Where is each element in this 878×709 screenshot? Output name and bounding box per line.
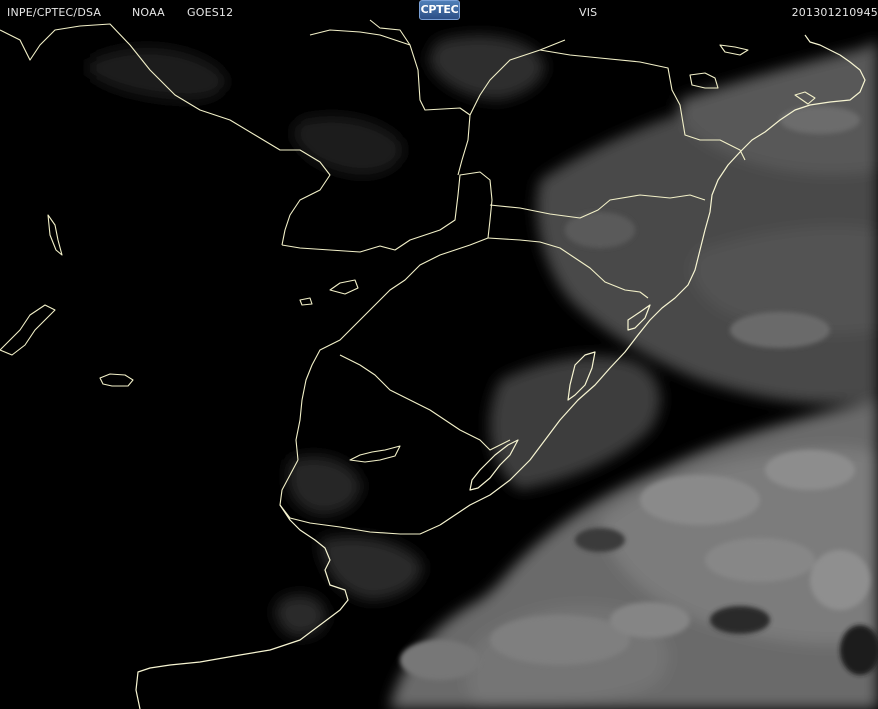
timestamp-label: 201301210945 — [791, 6, 878, 19]
satellite-label: GOES12 — [187, 6, 234, 19]
cptec-logo: CPTEC — [419, 0, 460, 20]
agency-label: INPE/CPTEC/DSA — [7, 6, 102, 19]
satellite-image-viewer: INPE/CPTEC/DSA NOAA GOES12 CPTEC VIS 201… — [0, 0, 878, 709]
cptec-logo-text: CPTEC — [420, 3, 459, 16]
cloud-cover — [90, 35, 878, 709]
satellite-image — [0, 19, 878, 709]
channel-label: VIS — [579, 6, 598, 19]
provider-label: NOAA — [132, 6, 165, 19]
